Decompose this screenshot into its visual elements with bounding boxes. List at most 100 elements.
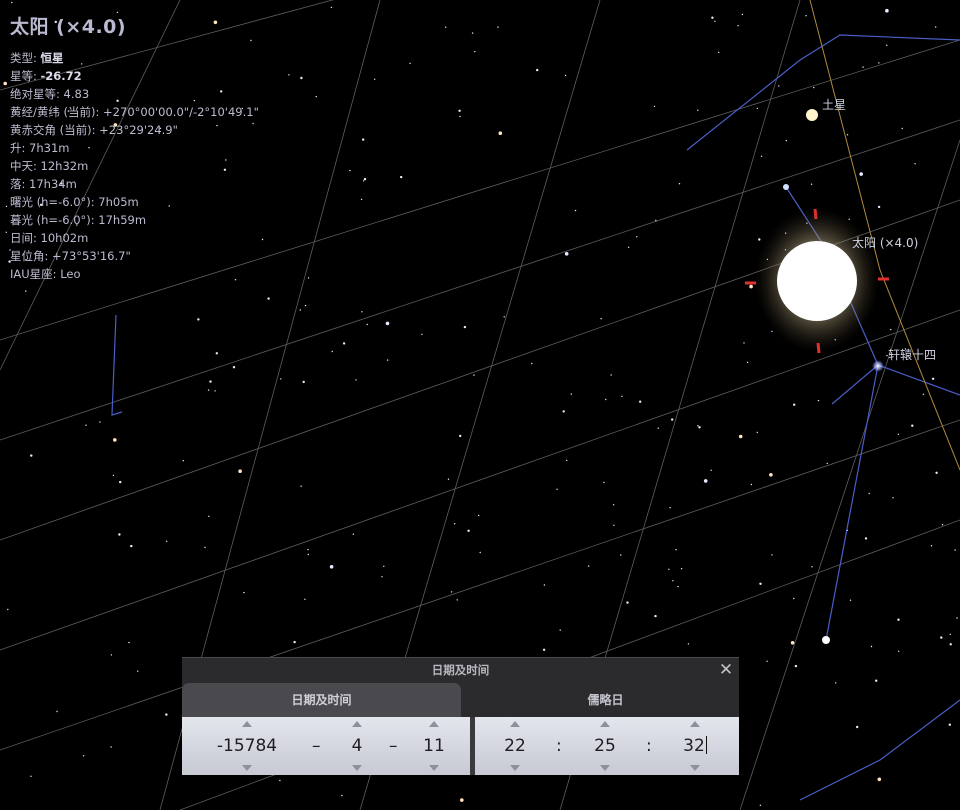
star — [749, 284, 753, 289]
year-down-arrow-icon[interactable] — [242, 765, 252, 771]
date-panel: -15784 – 4 – 11 — [182, 717, 470, 775]
close-icon[interactable]: ✕ — [717, 661, 735, 679]
star — [307, 553, 309, 556]
star — [409, 62, 411, 65]
star — [574, 209, 577, 212]
info-line: IAU星座: Leo — [10, 265, 259, 283]
star — [878, 62, 880, 64]
year-value[interactable]: -15784 — [202, 735, 292, 757]
info-line: 星位角: +73°53'16.7" — [10, 247, 259, 265]
day-up-arrow-icon[interactable] — [429, 721, 439, 727]
star — [668, 568, 670, 570]
star — [886, 44, 888, 46]
star — [678, 183, 681, 185]
month-spinner[interactable]: 4 — [337, 717, 377, 775]
star — [450, 591, 453, 593]
star — [498, 131, 503, 135]
star — [653, 105, 656, 108]
hour-up-arrow-icon[interactable] — [510, 721, 520, 727]
year-spinner[interactable]: -15784 — [202, 717, 292, 775]
star — [165, 713, 168, 716]
star — [956, 617, 958, 619]
dialog-tabs: 日期及时间 儒略日 — [182, 683, 739, 717]
star — [215, 352, 218, 355]
star — [267, 297, 270, 300]
star — [331, 350, 333, 353]
star — [714, 20, 716, 22]
info-value: 12h32m — [40, 159, 89, 173]
second-text: 32 — [683, 736, 705, 756]
minute-up-arrow-icon[interactable] — [600, 721, 610, 727]
star — [811, 566, 813, 568]
star — [898, 650, 900, 652]
hour-value[interactable]: 22 — [495, 735, 535, 757]
minute-down-arrow-icon[interactable] — [600, 765, 610, 771]
second-up-arrow-icon[interactable] — [690, 721, 700, 727]
star — [746, 361, 749, 364]
star — [307, 548, 309, 551]
day-spinner[interactable]: 11 — [414, 717, 454, 775]
second-value[interactable]: 32 — [675, 735, 715, 757]
hour-spinner[interactable]: 22 — [495, 717, 535, 775]
date-separator-2: – — [389, 736, 398, 756]
info-value: 10h02m — [40, 231, 89, 245]
month-value[interactable]: 4 — [337, 735, 377, 757]
star — [110, 746, 112, 748]
star — [302, 380, 305, 384]
bright-star[interactable] — [822, 636, 830, 644]
minute-value[interactable]: 25 — [585, 735, 625, 757]
tab-julian-day[interactable]: 儒略日 — [472, 683, 739, 717]
star — [118, 533, 121, 536]
star — [856, 725, 859, 729]
star — [738, 434, 743, 439]
second-down-arrow-icon[interactable] — [690, 765, 700, 771]
month-up-arrow-icon[interactable] — [352, 721, 362, 727]
star — [110, 654, 113, 656]
day-down-arrow-icon[interactable] — [429, 765, 439, 771]
second-spinner[interactable]: 32 — [675, 717, 715, 775]
star — [280, 378, 282, 380]
object-info-panel: 太阳 (×4.0) 类型: 恒星 星等: -26.72 绝对星等: 4.83 黄经/黄… — [10, 12, 259, 283]
regulus-star[interactable] — [872, 360, 884, 372]
info-value: +73°53'16.7" — [52, 249, 131, 263]
star — [759, 804, 762, 806]
month-down-arrow-icon[interactable] — [352, 765, 362, 771]
star — [741, 13, 744, 16]
date-time-dialog[interactable]: 日期及时间 ✕ 日期及时间 儒略日 -15784 – 4 – 11 22 : 2… — [182, 657, 739, 775]
star — [11, 1, 13, 4]
star — [421, 333, 423, 335]
star — [447, 478, 450, 480]
star — [349, 169, 351, 172]
info-line: 暮光 (h=-6.0°): 17h59m — [10, 211, 259, 229]
info-line: 绝对星等: 4.83 — [10, 85, 259, 103]
tab-datetime[interactable]: 日期及时间 — [182, 683, 461, 717]
star — [445, 26, 447, 28]
star — [204, 546, 206, 549]
star — [710, 469, 712, 471]
star — [119, 480, 122, 484]
saturn-dot[interactable] — [806, 109, 818, 121]
info-label: 中天: — [10, 159, 41, 173]
sun-disk[interactable] — [755, 208, 879, 352]
star — [756, 107, 758, 110]
year-up-arrow-icon[interactable] — [242, 721, 252, 727]
hour-down-arrow-icon[interactable] — [510, 765, 520, 771]
star — [261, 238, 264, 241]
day-value[interactable]: 11 — [414, 735, 454, 757]
star — [352, 533, 354, 535]
star — [381, 576, 383, 578]
time-separator-1: : — [556, 736, 562, 756]
info-value: +23°29'24.9" — [99, 123, 178, 137]
star — [383, 565, 385, 567]
star — [922, 393, 925, 395]
info-value: 17h59m — [98, 213, 147, 227]
text-caret — [705, 736, 707, 754]
star — [473, 374, 475, 376]
star — [890, 328, 892, 331]
star — [564, 252, 569, 256]
star — [363, 177, 367, 181]
star — [769, 473, 773, 477]
star — [697, 425, 699, 427]
star — [112, 474, 115, 477]
minute-spinner[interactable]: 25 — [585, 717, 625, 775]
